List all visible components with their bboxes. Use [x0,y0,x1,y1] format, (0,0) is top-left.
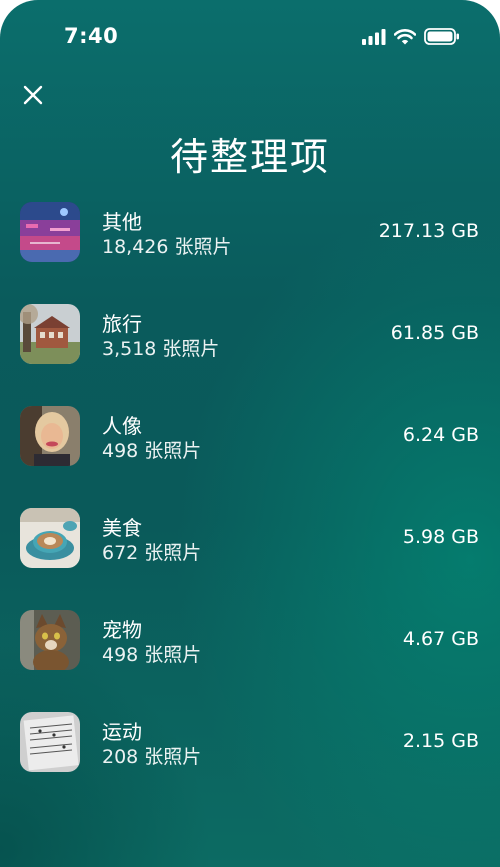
app-screen: 7:40 待整理项 其他 18,426 张照片 217.13 GB 旅行 3,5… [0,0,500,867]
item-size: 61.85 GB [390,322,479,344]
item-count: 672 张照片 [102,542,202,564]
item-count: 3,518 张照片 [102,338,220,360]
list-item[interactable]: 美食 672 张照片 5.98 GB [0,506,500,608]
signal-icon [362,28,386,49]
category-list: 其他 18,426 张照片 217.13 GB 旅行 3,518 张照片 61.… [0,200,500,812]
item-size: 5.98 GB [402,526,479,548]
list-item[interactable]: 运动 208 张照片 2.15 GB [0,710,500,812]
item-count: 208 张照片 [102,746,202,768]
item-size: 2.15 GB [402,730,479,752]
wifi-icon [393,28,417,49]
list-item[interactable]: 旅行 3,518 张照片 61.85 GB [0,302,500,404]
status-icons [362,28,460,49]
item-count: 498 张照片 [102,440,202,462]
close-button[interactable] [18,82,48,112]
travel-photo-thumbnail [20,304,80,364]
item-name: 其他 [102,210,142,234]
item-name: 旅行 [102,312,142,336]
list-item[interactable]: 宠物 498 张照片 4.67 GB [0,608,500,710]
battery-icon [424,28,460,49]
item-name: 人像 [102,414,142,438]
pet-photo-thumbnail [20,610,80,670]
item-name: 运动 [102,720,142,744]
list-item[interactable]: 人像 498 张照片 6.24 GB [0,404,500,506]
page-title: 待整理项 [169,135,330,179]
item-count: 18,426 张照片 [102,236,232,258]
item-count: 498 张照片 [102,644,202,666]
item-size: 4.67 GB [402,628,479,650]
item-size: 217.13 GB [378,220,479,242]
close-icon [22,84,44,110]
sports-photo-thumbnail [20,712,80,772]
item-name: 宠物 [102,618,142,642]
misc-photo-thumbnail [20,202,80,262]
status-bar: 7:40 [0,0,500,75]
item-size: 6.24 GB [402,424,479,446]
food-photo-thumbnail [20,508,80,568]
item-name: 美食 [102,516,142,540]
list-item[interactable]: 其他 18,426 张照片 217.13 GB [0,200,500,302]
status-time: 7:40 [64,24,119,48]
portrait-photo-thumbnail [20,406,80,466]
